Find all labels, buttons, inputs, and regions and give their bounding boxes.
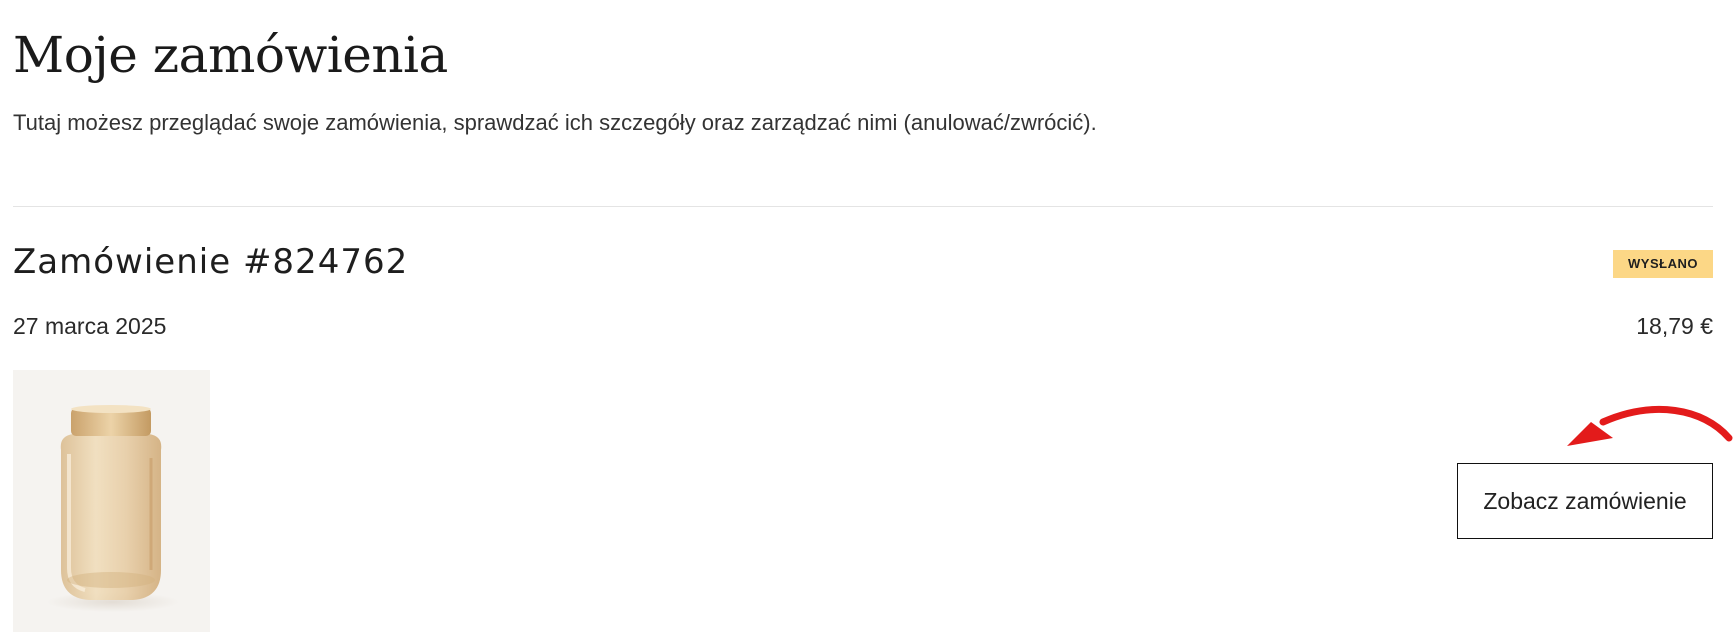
- red-arrow-icon: [1567, 405, 1733, 446]
- order-date: 27 marca 2025: [13, 313, 167, 339]
- status-badge: WYSŁANO: [1613, 250, 1713, 278]
- divider: [13, 206, 1713, 207]
- product-image[interactable]: [13, 370, 210, 632]
- order-total: 18,79 €: [1636, 313, 1713, 339]
- page-subtitle: Tutaj możesz przeglądać swoje zamówienia…: [13, 110, 1097, 135]
- page-title: Moje zamówienia: [13, 26, 448, 84]
- order-number: Zamówienie #824762: [13, 242, 409, 282]
- orders-page: Moje zamówienia Tutaj możesz przeglądać …: [13, 0, 1733, 637]
- glass-vase-image: [47, 405, 179, 612]
- view-order-button[interactable]: Zobacz zamówienie: [1457, 463, 1713, 539]
